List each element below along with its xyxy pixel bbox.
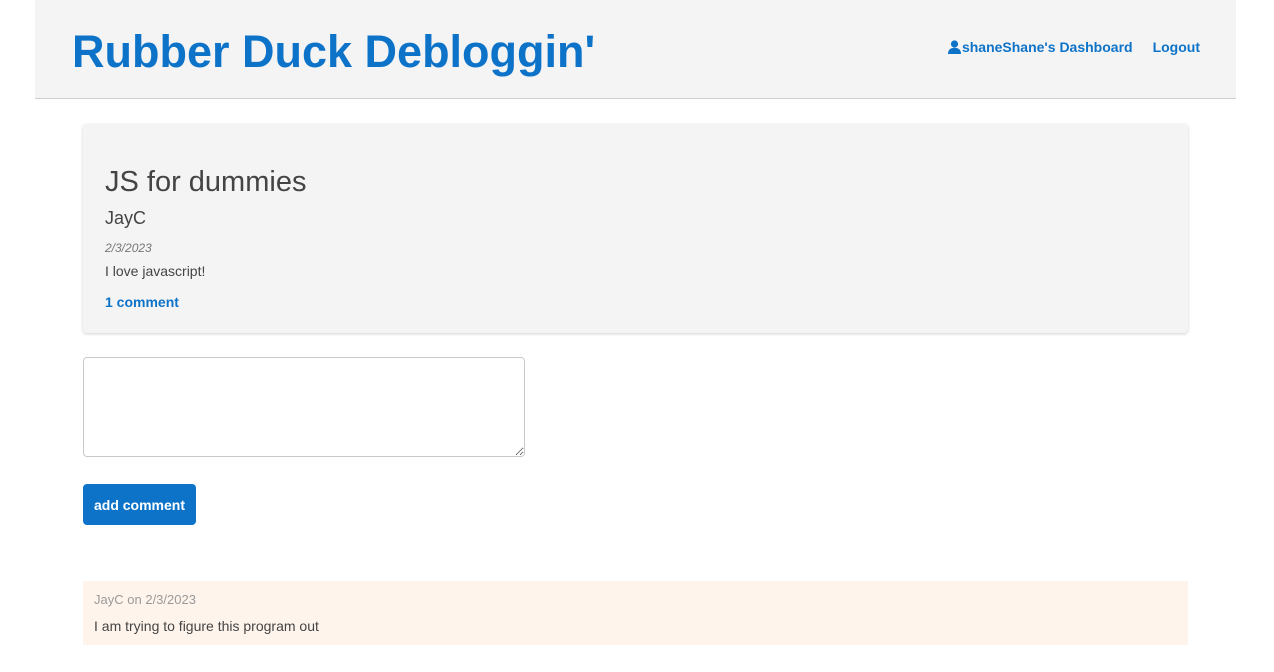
post-date: 2/3/2023 (105, 241, 152, 255)
comment-on-word: on (127, 592, 142, 607)
user-icon (947, 40, 961, 54)
comment-text: I am trying to figure this program out (94, 618, 319, 634)
comment-item: JayC on 2/3/2023 I am trying to figure t… (83, 581, 1188, 645)
site-title-link[interactable]: Rubber Duck Debloggin' (72, 26, 595, 78)
comment-meta: JayC on 2/3/2023 (94, 592, 196, 607)
comment-date: 2/3/2023 (145, 592, 196, 607)
post-author: JayC (105, 208, 147, 228)
dashboard-link[interactable]: shane Shane's Dashboard (947, 39, 1133, 55)
site-header: Rubber Duck Debloggin' shane Shane's Dash… (35, 0, 1236, 99)
post-title: JS for dummies (105, 166, 307, 198)
add-comment-button[interactable]: add comment (83, 484, 196, 525)
comment-author: JayC (94, 592, 124, 607)
nav-dashboard-label: Shane's Dashboard (1002, 39, 1133, 55)
page: Rubber Duck Debloggin' shane Shane's Dash… (0, 0, 1274, 672)
post-card: JS for dummies JayC 2/3/2023 I love java… (83, 124, 1188, 333)
top-nav: shane Shane's Dashboard Logout (947, 39, 1200, 55)
logout-link[interactable]: Logout (1153, 39, 1200, 55)
post-body: I love javascript! (105, 263, 206, 279)
comment-textarea[interactable] (83, 357, 525, 457)
comments-count-link[interactable]: 1 comment (105, 294, 179, 310)
nav-username: shane (961, 39, 1003, 55)
